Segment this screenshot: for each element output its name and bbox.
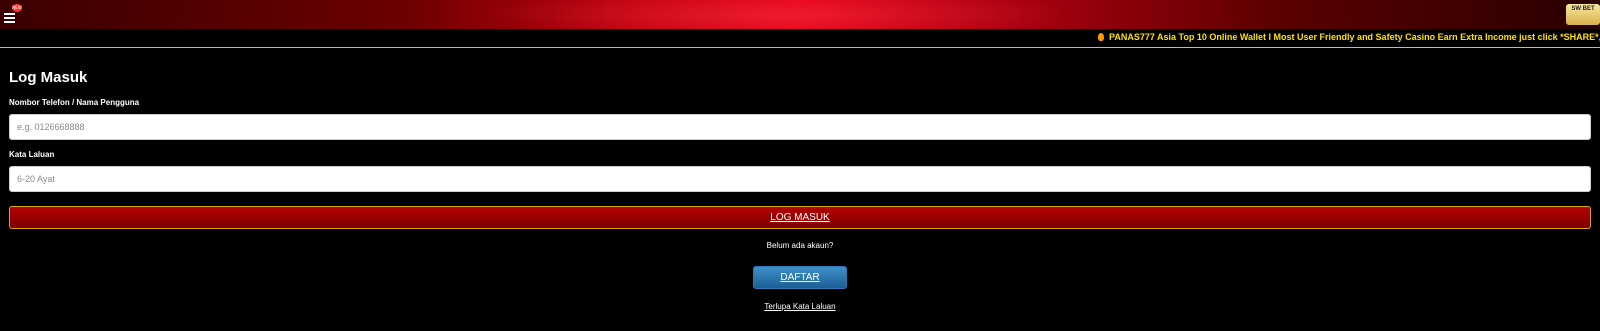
forgot-password-link[interactable]: Terlupa Kata Laluan bbox=[764, 302, 835, 311]
username-label: Nombor Telefon / Nama Pengguna bbox=[9, 98, 140, 107]
forgot-password-row: Terlupa Kata Laluan bbox=[9, 302, 1591, 311]
login-button[interactable]: LOG MASUK bbox=[9, 206, 1591, 229]
header-divider bbox=[0, 47, 1600, 48]
new-badge: NEW bbox=[12, 4, 22, 12]
menu-icon[interactable] bbox=[4, 13, 15, 23]
top-banner: NEW SW BET bbox=[0, 0, 1600, 29]
announcement-ticker: PANAS777 Asia Top 10 Online Wallet I Mos… bbox=[1098, 32, 1600, 42]
password-input[interactable] bbox=[9, 166, 1591, 192]
password-label: Kata Laluan bbox=[9, 150, 55, 159]
brand-logo[interactable]: SW BET bbox=[1566, 4, 1600, 25]
announcement-bar: PANAS777 Asia Top 10 Online Wallet I Mos… bbox=[0, 29, 1600, 47]
no-account-text: Belum ada akaun? bbox=[766, 241, 834, 250]
login-form: Log Masuk Nombor Telefon / Nama Pengguna… bbox=[9, 68, 1591, 311]
banner-glow bbox=[480, 0, 1080, 29]
fire-icon bbox=[1098, 33, 1104, 41]
signup-button[interactable]: DAFTAR bbox=[753, 266, 847, 289]
page-title: Log Masuk bbox=[9, 69, 88, 86]
username-input[interactable] bbox=[9, 114, 1591, 140]
ticker-text: PANAS777 Asia Top 10 Online Wallet I Mos… bbox=[1109, 32, 1600, 42]
